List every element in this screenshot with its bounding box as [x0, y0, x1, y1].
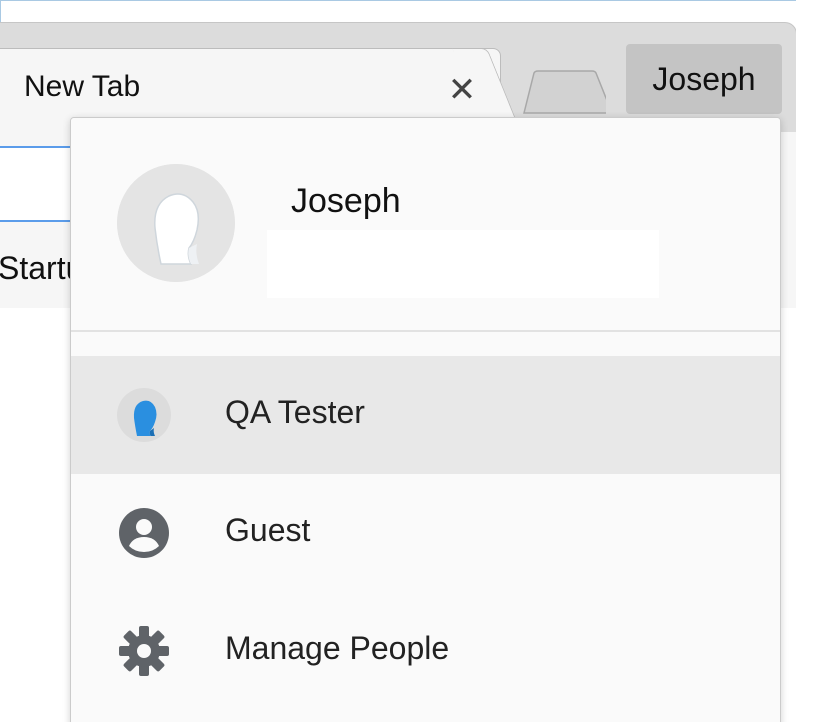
- menu-item-manage-people[interactable]: Manage People: [71, 592, 780, 710]
- profile-button[interactable]: Joseph: [626, 44, 782, 114]
- user-avatar-blue-icon: [117, 388, 171, 442]
- menu-item-label: Manage People: [225, 630, 450, 666]
- profile-name: Joseph: [291, 182, 401, 220]
- window-edge: [796, 0, 816, 722]
- menu-divider: [71, 330, 780, 332]
- menu-item-label: Guest: [225, 512, 311, 548]
- gear-icon: [119, 626, 169, 676]
- browser-window: New Tab ✕ Joseph Startu Joseph QA Tester…: [0, 0, 816, 722]
- avatar[interactable]: [117, 164, 235, 282]
- profile-header: Joseph: [71, 118, 780, 330]
- default-avatar-icon: [117, 164, 235, 282]
- profile-menu: Joseph QA Tester Guest Manage People: [70, 117, 781, 722]
- tab-close-icon[interactable]: ✕: [447, 70, 477, 110]
- menu-item-qa-tester[interactable]: QA Tester: [71, 356, 780, 474]
- account-circle-icon: [119, 508, 169, 558]
- menu-item-label: QA Tester: [225, 394, 365, 430]
- menu-item-guest[interactable]: Guest: [71, 474, 780, 592]
- new-tab-button[interactable]: [522, 70, 606, 114]
- profile-email-redacted: [267, 230, 659, 298]
- tab-title: New Tab: [24, 70, 141, 103]
